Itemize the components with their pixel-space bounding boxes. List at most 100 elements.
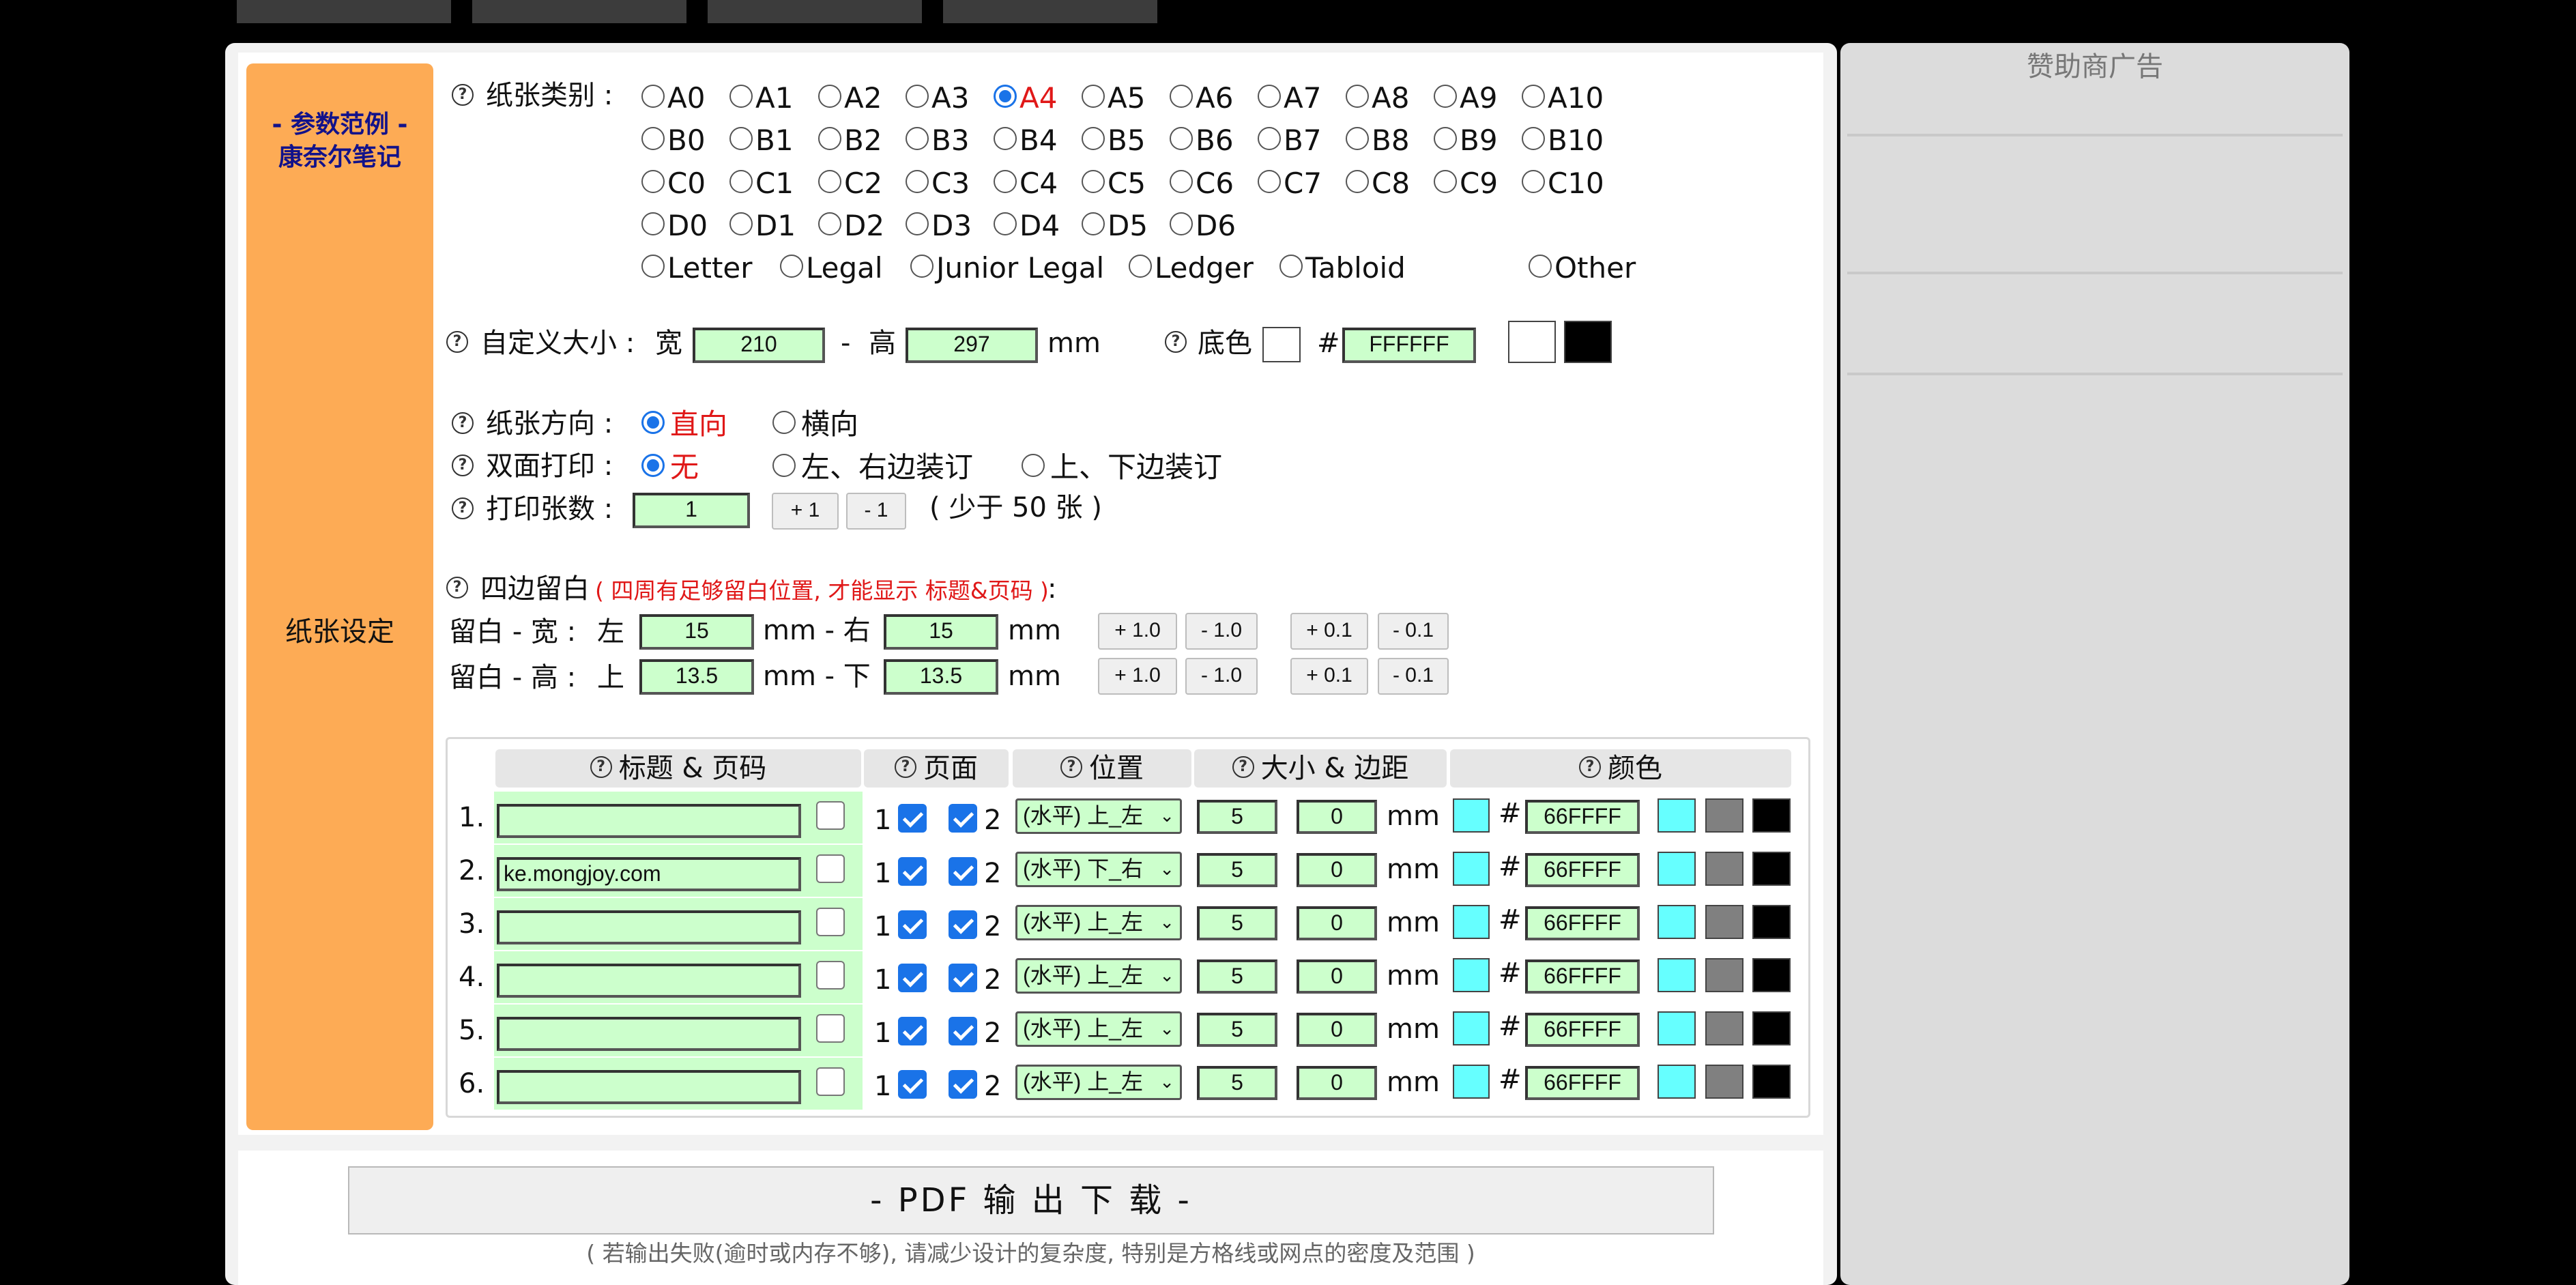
color-preview[interactable] [1453, 852, 1490, 886]
paper-letter-radio[interactable] [641, 255, 665, 278]
paper-C9-label[interactable]: C9 [1460, 169, 1498, 198]
cyan-swatch[interactable] [1658, 905, 1696, 939]
paper-other-label[interactable]: Other [1554, 254, 1636, 283]
portrait-label[interactable]: 直向 [670, 410, 727, 439]
paper-A5-label[interactable]: A5 [1108, 84, 1145, 113]
page-2-checkbox[interactable] [949, 1070, 977, 1099]
gray-swatch[interactable] [1705, 798, 1743, 833]
black-swatch[interactable] [1752, 1065, 1791, 1099]
margin-bottom-input[interactable]: 13.5 [884, 659, 998, 695]
paper-B9-label[interactable]: B9 [1460, 126, 1498, 155]
paper-other-radio[interactable] [1529, 255, 1552, 278]
paper-A3-label[interactable]: A3 [931, 84, 969, 113]
color-preview[interactable] [1453, 1065, 1490, 1099]
paper-A6-label[interactable]: A6 [1196, 84, 1233, 113]
paper-C2-radio[interactable] [818, 170, 841, 193]
nav-tab-4[interactable] [943, 0, 1157, 23]
paper-C8-radio[interactable] [1346, 170, 1369, 193]
paper-B5-radio[interactable] [1082, 127, 1105, 150]
help-icon[interactable]: ? [1060, 756, 1082, 778]
nav-tab-1[interactable] [237, 0, 451, 23]
paper-C10-label[interactable]: C10 [1548, 169, 1604, 198]
paper-B1-radio[interactable] [729, 127, 753, 150]
paper-tabloid-radio[interactable] [1279, 255, 1303, 278]
pdf-download-button[interactable]: - PDF 输 出 下 载 - [348, 1166, 1714, 1235]
paper-B7-radio[interactable] [1258, 127, 1281, 150]
paper-B9-radio[interactable] [1434, 127, 1457, 150]
margin-right-input[interactable]: 15 [884, 614, 998, 650]
paper-B6-radio[interactable] [1170, 127, 1193, 150]
paper-C0-radio[interactable] [641, 170, 665, 193]
paper-tabloid-label[interactable]: Tabloid [1305, 254, 1406, 283]
paper-A1-label[interactable]: A1 [755, 84, 793, 113]
paper-A0-radio[interactable] [641, 85, 665, 108]
page-1-checkbox[interactable] [898, 910, 927, 939]
size-input[interactable]: 5 [1197, 959, 1277, 994]
paper-B7-label[interactable]: B7 [1284, 126, 1322, 155]
paper-D5-label[interactable]: D5 [1108, 212, 1148, 240]
paper-C3-label[interactable]: C3 [931, 169, 970, 198]
duplex-lr-radio[interactable] [772, 454, 796, 477]
cyan-swatch[interactable] [1658, 958, 1696, 992]
page-2-checkbox[interactable] [949, 804, 977, 833]
gray-swatch[interactable] [1705, 958, 1743, 992]
paper-D2-label[interactable]: D2 [844, 212, 884, 240]
copies-plus-button[interactable]: + 1 [772, 493, 839, 530]
duplex-tb-label[interactable]: 上、下边装订 [1050, 453, 1222, 482]
paper-A1-radio[interactable] [729, 85, 753, 108]
paper-A6-radio[interactable] [1170, 85, 1193, 108]
paper-D5-radio[interactable] [1082, 212, 1105, 235]
paper-D0-radio[interactable] [641, 212, 665, 235]
help-icon[interactable]: ? [1579, 756, 1601, 778]
black-swatch[interactable] [1752, 1011, 1791, 1045]
paper-A7-label[interactable]: A7 [1284, 84, 1321, 113]
paper-B0-label[interactable]: B0 [667, 126, 706, 155]
custom-width-input[interactable]: 210 [693, 328, 825, 363]
paper-B3-label[interactable]: B3 [931, 126, 970, 155]
duplex-tb-radio[interactable] [1022, 454, 1045, 477]
color-preview[interactable] [1453, 798, 1490, 833]
paper-A10-label[interactable]: A10 [1548, 84, 1604, 113]
paper-ledger-radio[interactable] [1129, 255, 1152, 278]
paper-B5-label[interactable]: B5 [1108, 126, 1146, 155]
size-input[interactable]: 5 [1197, 853, 1277, 887]
color-input[interactable]: 66FFFF [1525, 959, 1640, 994]
help-icon[interactable]: ? [452, 497, 474, 519]
margin-left-input[interactable]: 15 [639, 614, 754, 650]
size-input[interactable]: 5 [1197, 800, 1277, 834]
title-text-input[interactable] [497, 910, 801, 944]
paper-C3-radio[interactable] [906, 170, 929, 193]
paper-A2-label[interactable]: A2 [844, 84, 882, 113]
paper-C7-label[interactable]: C7 [1284, 169, 1322, 198]
paper-A5-radio[interactable] [1082, 85, 1105, 108]
paper-B1-label[interactable]: B1 [755, 126, 794, 155]
page-2-checkbox[interactable] [949, 1017, 977, 1045]
title-checkbox[interactable] [816, 1067, 845, 1096]
title-checkbox[interactable] [816, 854, 845, 883]
duplex-none-radio[interactable] [641, 454, 665, 477]
custom-height-input[interactable]: 297 [906, 328, 1038, 363]
help-icon[interactable]: ? [1232, 756, 1254, 778]
paper-A2-radio[interactable] [818, 85, 841, 108]
nav-tab-3[interactable] [708, 0, 922, 23]
paper-A8-radio[interactable] [1346, 85, 1369, 108]
paper-A7-radio[interactable] [1258, 85, 1281, 108]
title-text-input[interactable] [497, 1017, 801, 1051]
paper-B4-radio[interactable] [994, 127, 1017, 150]
page-1-checkbox[interactable] [898, 857, 927, 886]
black-swatch[interactable] [1752, 905, 1791, 939]
paper-D3-label[interactable]: D3 [931, 212, 972, 240]
paper-C1-label[interactable]: C1 [755, 169, 794, 198]
title-checkbox[interactable] [816, 801, 845, 830]
paper-C2-label[interactable]: C2 [844, 169, 882, 198]
black-swatch[interactable] [1564, 321, 1612, 363]
paper-C8-label[interactable]: C8 [1372, 169, 1410, 198]
title-text-input[interactable] [497, 804, 801, 838]
paper-B4-label[interactable]: B4 [1019, 126, 1058, 155]
margin-height-plus-01-button[interactable]: + 0.1 [1290, 658, 1368, 695]
size-input[interactable]: 5 [1197, 1013, 1277, 1047]
paper-A4-label[interactable]: A4 [1019, 84, 1057, 113]
gray-swatch[interactable] [1705, 852, 1743, 886]
paper-B8-radio[interactable] [1346, 127, 1369, 150]
margin-input[interactable]: 0 [1297, 853, 1377, 887]
